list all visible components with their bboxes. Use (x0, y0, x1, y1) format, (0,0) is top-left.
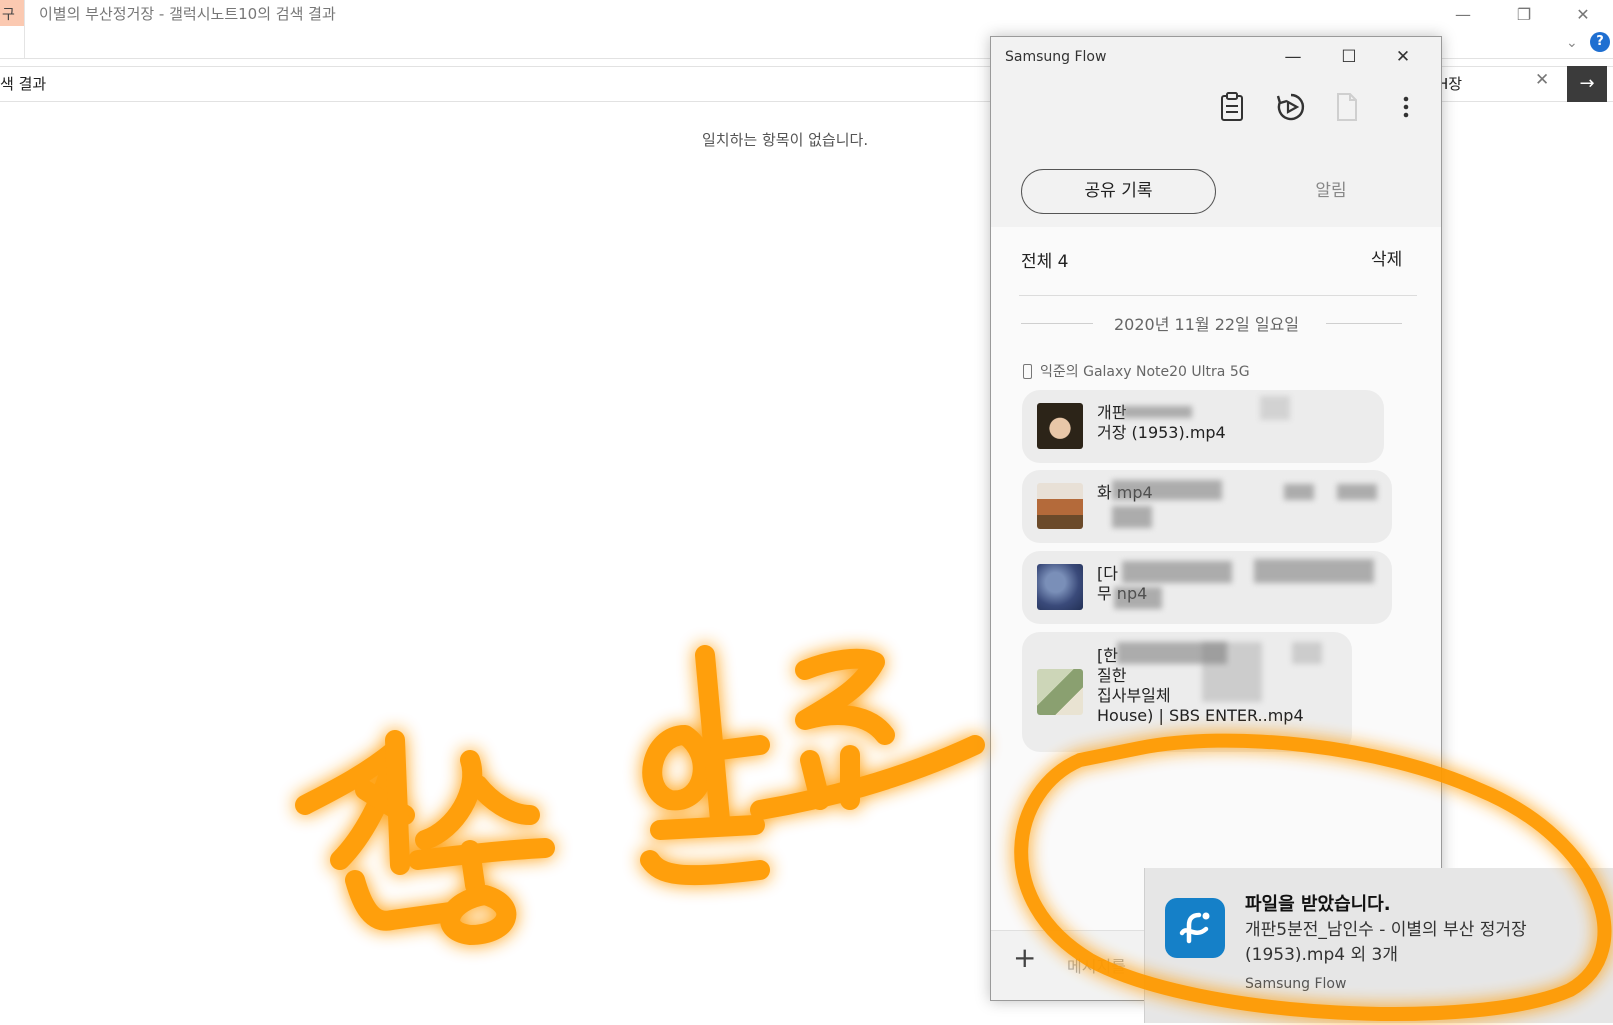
date-divider-right (1326, 323, 1402, 324)
flow-minimize-button[interactable]: — (1273, 43, 1313, 71)
redaction (1260, 396, 1290, 420)
date-header: 2020년 11월 22일 일요일 (1114, 315, 1300, 334)
samsung-flow-window: Samsung Flow — ☐ ✕ 공유 기록 알림 전체 4 삭제 2020… (990, 36, 1442, 1001)
help-icon[interactable]: ? (1590, 32, 1610, 52)
more-icon[interactable] (1391, 91, 1421, 123)
device-name: 익준의 Galaxy Note20 Ultra 5G (1040, 364, 1250, 380)
redaction (1112, 506, 1152, 528)
annot-stroke (795, 648, 895, 745)
annot-stroke (385, 730, 410, 875)
explorer-window-title: 이별의 부산정거장 - 갤럭시노트10의 검색 결과 (39, 5, 336, 23)
redaction (1112, 480, 1222, 500)
explorer-minimize-button[interactable]: — (1443, 2, 1483, 26)
flow-close-button[interactable]: ✕ (1383, 43, 1423, 71)
tab-notifications[interactable]: 알림 (1291, 169, 1371, 214)
flow-window-title: Samsung Flow (1005, 49, 1107, 65)
list-item[interactable]: 개판 거장 (1953).mp4 (1022, 390, 1384, 463)
redaction (1292, 642, 1322, 664)
redaction (1122, 561, 1232, 583)
annot-stroke (460, 840, 485, 895)
explorer-close-button[interactable]: ✕ (1563, 2, 1603, 26)
toast-title: 파일을 받았습니다. (1245, 894, 1391, 915)
annot-stroke (440, 885, 517, 945)
phone-icon (1023, 363, 1032, 379)
video-thumbnail (1037, 564, 1083, 610)
tab-share-history[interactable]: 공유 기록 (1021, 169, 1216, 214)
file-icon (1331, 91, 1361, 123)
redaction (1284, 484, 1314, 500)
list-item[interactable]: [한 질한 집사부일체 House) | SBS ENTER..mp4 (1022, 632, 1352, 752)
explorer-tab-stub[interactable]: 구 (0, 0, 24, 26)
annot-stroke (650, 815, 765, 840)
annot-stroke (345, 870, 460, 931)
redaction (1122, 406, 1192, 418)
annot-stroke (640, 850, 770, 886)
annot-stroke (642, 725, 713, 811)
samsung-flow-icon (1165, 898, 1225, 958)
redaction (1337, 484, 1377, 500)
explorer-divider (24, 0, 25, 58)
video-thumbnail (1037, 483, 1083, 529)
header-separator (1019, 295, 1417, 296)
explorer-restore-button[interactable]: ❐ (1504, 2, 1544, 26)
redaction (1254, 559, 1374, 583)
annot-stroke (295, 740, 405, 870)
annot-stroke (415, 750, 483, 850)
clipboard-icon[interactable] (1217, 91, 1247, 123)
screen-mirror-icon[interactable] (1275, 91, 1305, 123)
device-label: 익준의 Galaxy Note20 Ultra 5G (1023, 361, 1250, 381)
annot-stroke (408, 838, 555, 870)
annot-stroke (800, 750, 830, 810)
date-divider-left (1021, 323, 1093, 324)
toast-body: 개판5분전_남인수 - 이별의 부산 정거장 (1953).mp4 외 3개 (1245, 920, 1527, 965)
annot-stroke (695, 645, 730, 830)
list-item[interactable]: 화 mp4 (1022, 470, 1392, 543)
explorer-titlebar: 구 이별의 부산정거장 - 갤럭시노트10의 검색 결과 — ❐ ✕ (0, 0, 1613, 34)
search-go-button[interactable]: → (1567, 66, 1607, 102)
toast-app-name: Samsung Flow (1245, 976, 1347, 992)
annot-stroke (468, 775, 540, 825)
redaction (1114, 587, 1162, 609)
flow-maximize-button[interactable]: ☐ (1329, 43, 1369, 71)
redaction (1202, 642, 1262, 702)
message-input[interactable]: 메시지를 (1067, 953, 1126, 977)
annot-stroke (710, 735, 770, 760)
address-text[interactable]: 색 결과 (0, 73, 46, 94)
annot-stroke (355, 780, 415, 825)
annot-stroke (750, 735, 985, 820)
total-count: 전체 4 (1021, 252, 1069, 272)
ribbon-expand-icon[interactable]: ⌄ (1566, 35, 1578, 51)
file-received-toast[interactable]: 파일을 받았습니다. 개판5분전_남인수 - 이별의 부산 정거장 (1953)… (1144, 868, 1613, 1023)
video-thumbnail (1037, 403, 1083, 449)
search-clear-icon[interactable]: ✕ (1535, 70, 1549, 90)
delete-button[interactable]: 삭제 (1371, 245, 1402, 270)
empty-results-message: 일치하는 항목이 없습니다. (702, 131, 869, 149)
list-item[interactable]: [다 무 np4 (1022, 551, 1392, 624)
video-thumbnail (1037, 669, 1083, 715)
plus-icon[interactable]: + (1013, 941, 1036, 974)
